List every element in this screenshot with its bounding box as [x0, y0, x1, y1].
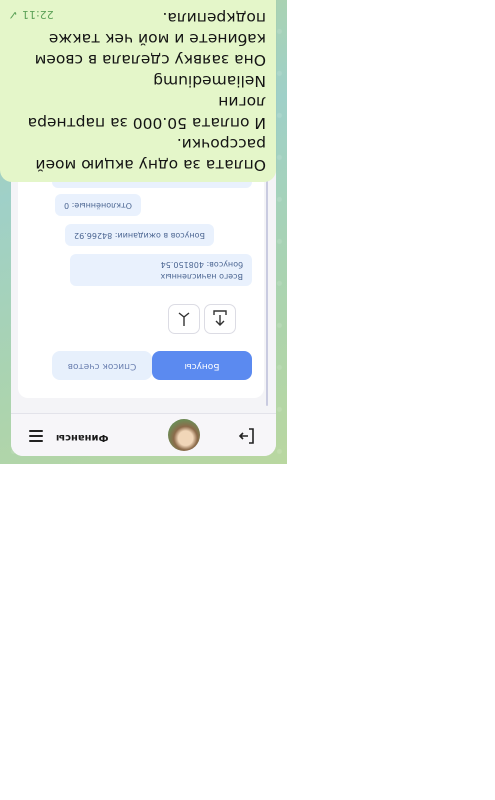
- total-bonuses-value: бонусов: 408150.54: [160, 260, 243, 269]
- share-icon: [178, 312, 190, 326]
- rotated-screenshot: Финансы Бонусы Список счетов Всего начис…: [0, 0, 287, 464]
- read-check-icon: ✓: [8, 8, 19, 22]
- rejected-badge: Отклонённые: 0: [55, 194, 141, 216]
- message-time: 22:11: [22, 8, 54, 21]
- message-bubble[interactable]: Оплата за одну акцию моей рассрочки. И о…: [0, 0, 276, 182]
- pending-bonuses-badge: Бонусов в ожидании: 84266.92: [65, 224, 214, 246]
- share-button[interactable]: [168, 304, 200, 334]
- page-title: Финансы: [56, 432, 109, 443]
- upload-button[interactable]: [204, 304, 236, 334]
- message-text: Оплата за одну акцию моей рассрочки. И о…: [27, 9, 266, 174]
- upload-icon: [213, 310, 227, 326]
- tab-bonuses[interactable]: Бонусы: [152, 351, 252, 380]
- menu-icon[interactable]: [29, 430, 43, 442]
- logout-icon[interactable]: [238, 427, 256, 445]
- tab-accounts[interactable]: Список счетов: [52, 351, 152, 380]
- total-bonuses-badge: Всего начисленных бонусов: 408150.54: [70, 254, 252, 286]
- app-header: Финансы: [11, 413, 276, 456]
- avatar[interactable]: [168, 419, 200, 451]
- total-bonuses-label: Всего начисленных: [160, 272, 243, 281]
